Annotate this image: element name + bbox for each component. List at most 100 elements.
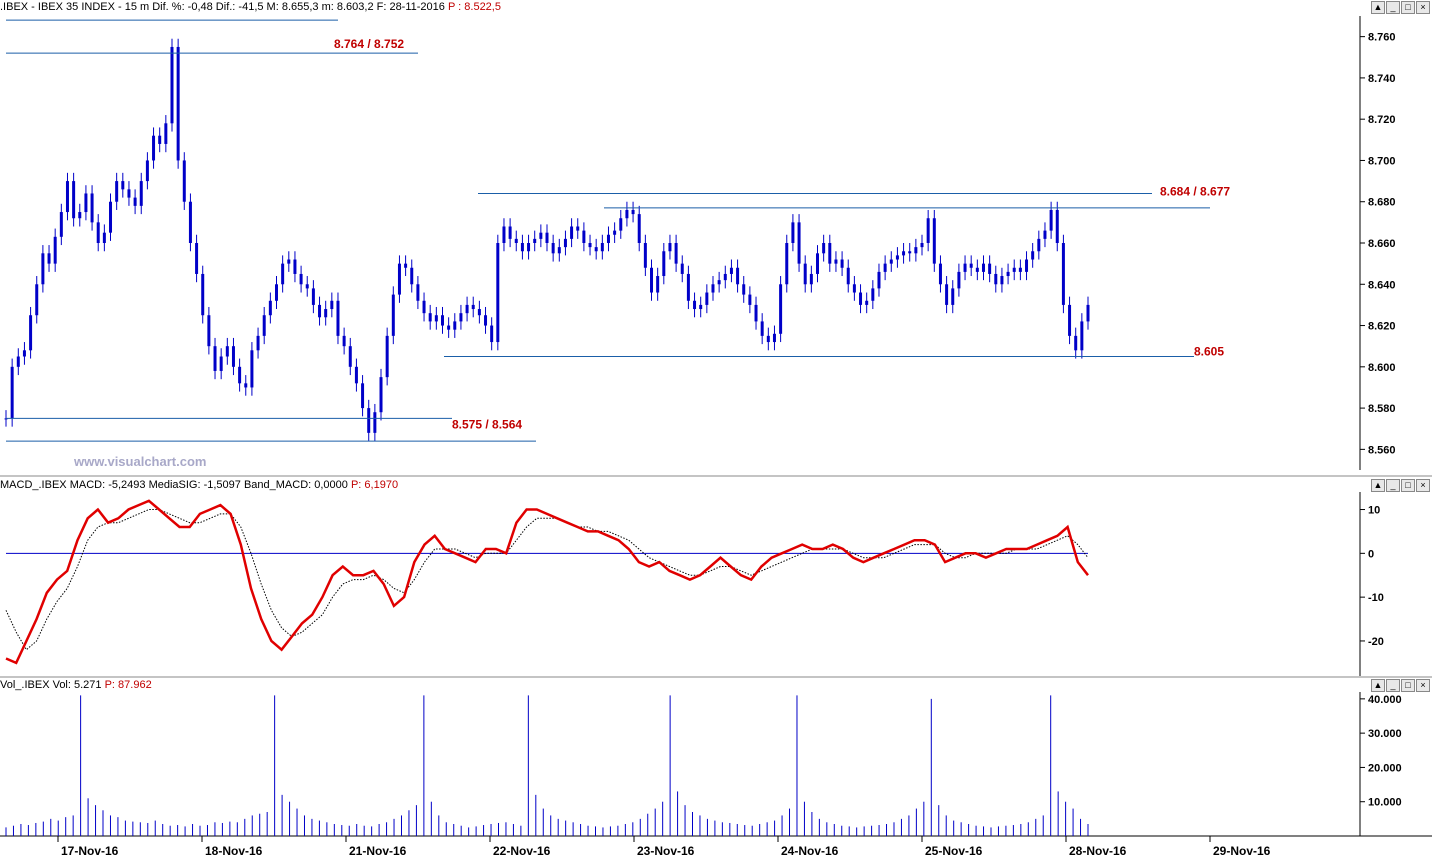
x-tick-label: 24-Nov-16 <box>781 844 839 857</box>
candle-body <box>951 288 955 305</box>
candle-body <box>16 356 20 367</box>
macd-y-tick-label: -20 <box>1368 636 1384 648</box>
candle-body <box>766 335 770 343</box>
candle-body <box>391 294 395 336</box>
candle-body <box>895 255 899 260</box>
candle-body <box>594 247 598 252</box>
candle-body <box>41 253 45 285</box>
candle-body <box>1080 321 1084 351</box>
candle-body <box>410 267 414 285</box>
candle-body <box>152 135 156 161</box>
candle-body <box>195 243 199 274</box>
candle-body <box>496 243 500 343</box>
candle-body <box>711 284 715 293</box>
candle-body <box>219 356 223 371</box>
candle-body <box>354 366 358 384</box>
vol-y-tick-label: 10.000 <box>1368 797 1402 809</box>
candle-body <box>145 160 149 182</box>
candle-body <box>342 335 346 347</box>
y-tick-label: 8.600 <box>1368 362 1396 374</box>
candle-body <box>865 300 869 305</box>
candle-body <box>631 209 635 215</box>
candle-body <box>379 377 383 413</box>
candle-body <box>760 321 764 336</box>
candle-body <box>1037 238 1041 252</box>
candle-body <box>244 383 248 388</box>
candle-body <box>453 321 457 330</box>
y-tick-label: 8.620 <box>1368 321 1396 333</box>
candle-body <box>311 288 315 305</box>
candle-body <box>397 263 401 295</box>
candle-body <box>576 226 580 231</box>
candle-body <box>563 238 567 248</box>
candle-body <box>656 276 660 293</box>
candle-body <box>225 346 229 357</box>
macd-signal-line <box>5 509 1089 651</box>
candle-body <box>35 284 39 316</box>
candle-body <box>348 346 352 367</box>
candle-body <box>47 253 51 264</box>
candle-body <box>674 243 678 264</box>
candle-body <box>914 247 918 254</box>
candle-body <box>201 273 205 316</box>
candle-body <box>1049 209 1053 231</box>
candle-body <box>72 181 76 219</box>
candle-body <box>133 197 137 206</box>
candle-body <box>53 236 57 264</box>
y-tick-label: 8.740 <box>1368 73 1396 85</box>
candle-body <box>846 267 850 285</box>
candle-body <box>705 292 709 305</box>
x-tick-label: 18-Nov-16 <box>205 844 263 857</box>
candle-body <box>606 234 610 243</box>
candle-body <box>484 315 488 326</box>
candle-body <box>969 263 973 268</box>
candle-body <box>22 350 26 357</box>
candle-body <box>650 267 654 293</box>
candle-body <box>10 366 14 419</box>
candle-body <box>957 271 961 289</box>
candle-body <box>613 230 617 235</box>
watermark: www.visualchart.com <box>73 454 206 469</box>
candle-body <box>1018 267 1022 272</box>
candle-body <box>1006 271 1010 277</box>
candle-body <box>828 243 832 264</box>
candle-body <box>422 300 426 314</box>
candle-body <box>797 222 801 264</box>
candle-body <box>336 300 340 336</box>
candle-body <box>699 304 703 310</box>
candle-body <box>932 218 936 264</box>
candle-body <box>785 243 789 285</box>
candle-body <box>686 273 690 301</box>
candles <box>4 38 1090 442</box>
candle-body <box>275 284 278 301</box>
candle-body <box>1031 251 1035 260</box>
candle-body <box>662 251 666 277</box>
x-tick-label: 21-Nov-16 <box>349 844 407 857</box>
candle-body <box>440 315 444 326</box>
candle-body <box>514 238 518 243</box>
candle-body <box>471 304 475 310</box>
x-tick-label: 29-Nov-16 <box>1213 844 1271 857</box>
chart-canvas[interactable]: 8.760 8.740 8.720 8.700 8.680 8.660 8.640 8.620… <box>0 0 1432 857</box>
y-tick-label: 8.700 <box>1368 155 1396 167</box>
candle-body <box>533 238 537 243</box>
annotation-support-low: 8.575 / 8.564 <box>452 417 522 431</box>
y-tick-label: 8.640 <box>1368 279 1396 291</box>
candle-body <box>729 267 733 274</box>
candle-body <box>262 315 266 336</box>
candle-body <box>859 292 863 305</box>
candle-body <box>250 350 254 388</box>
candle-body <box>367 408 371 433</box>
candle-body <box>779 284 783 334</box>
candle-body <box>1061 243 1065 305</box>
candle-body <box>803 263 807 285</box>
candle-body <box>434 315 438 322</box>
candle-body <box>680 263 684 274</box>
candle-body <box>318 304 322 318</box>
candle-body <box>902 251 906 256</box>
candle-body <box>65 181 69 213</box>
candle-body <box>557 247 561 254</box>
candle-body <box>926 218 930 243</box>
candle-body <box>643 243 647 268</box>
candle-body <box>551 243 555 254</box>
